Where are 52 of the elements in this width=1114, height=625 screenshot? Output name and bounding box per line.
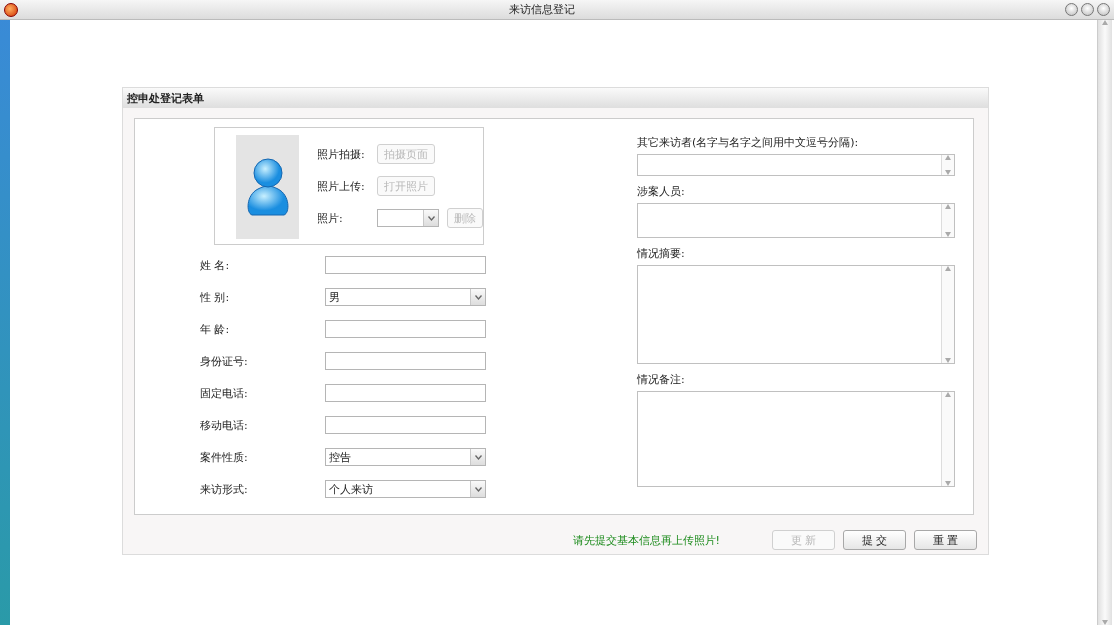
field-label: 固定电话:	[200, 385, 249, 401]
hint-message: 请先提交基本信息再上传照片!	[572, 532, 720, 548]
field-label: 情况备注:	[637, 372, 686, 387]
scrollbar[interactable]	[1097, 20, 1112, 625]
caret-icon	[470, 449, 485, 465]
textarea-field[interactable]	[637, 154, 955, 176]
scroll-up-icon[interactable]	[945, 204, 951, 209]
scroll-down-icon[interactable]	[945, 232, 951, 237]
scroll-up-icon[interactable]	[945, 392, 951, 397]
scroll-down-icon[interactable]	[945, 358, 951, 363]
maximize-button[interactable]	[1081, 3, 1094, 16]
field-label: 身份证号:	[200, 353, 249, 369]
scroll-up-icon[interactable]	[945, 266, 951, 271]
panel-title: 控申处登记表单	[123, 88, 988, 108]
text-field[interactable]	[325, 256, 486, 274]
text-field[interactable]	[325, 416, 486, 434]
dropdown-field[interactable]: 控告	[325, 448, 486, 466]
textarea-field[interactable]	[637, 203, 955, 238]
field-label: 移动电话:	[200, 417, 249, 433]
close-button[interactable]	[1097, 3, 1110, 16]
scroll-down-icon[interactable]	[945, 481, 951, 486]
window-title: 来访信息登记	[507, 2, 576, 17]
dropdown-field[interactable]: 男	[325, 288, 486, 306]
field-label: 涉案人员:	[637, 184, 686, 199]
scroll-down-icon[interactable]	[1102, 620, 1108, 625]
text-field[interactable]	[325, 384, 486, 402]
caret-icon	[470, 289, 485, 305]
button[interactable]: 提 交	[843, 530, 906, 550]
field-label: 性 别:	[200, 289, 231, 305]
user-icon	[245, 155, 290, 219]
scroll-up-icon[interactable]	[945, 155, 951, 160]
field-label: 照片:	[317, 210, 344, 226]
field-label: 情况摘要:	[637, 246, 686, 261]
caret-icon	[470, 481, 485, 497]
field-label: 照片拍摄:	[317, 146, 366, 162]
textarea-field[interactable]	[637, 265, 955, 364]
textarea-field[interactable]	[637, 391, 955, 487]
field-label: 照片上传:	[317, 178, 366, 194]
field-label: 年 龄:	[200, 321, 231, 337]
field-label: 其它来访者(名字与名字之间用中文逗号分隔):	[637, 135, 860, 150]
field-label: 来访形式:	[200, 481, 249, 497]
text-field[interactable]	[325, 320, 486, 338]
scroll-down-icon[interactable]	[945, 170, 951, 175]
dropdown-field[interactable]: 个人来访	[325, 480, 486, 498]
field-label: 姓 名:	[200, 257, 231, 273]
field-label: 案件性质:	[200, 449, 249, 465]
caret-icon	[423, 210, 438, 226]
app-icon	[4, 2, 18, 17]
minimize-button[interactable]	[1065, 3, 1078, 16]
dropdown-field[interactable]	[377, 209, 439, 227]
text-field[interactable]	[325, 352, 486, 370]
button[interactable]: 重 置	[914, 530, 977, 550]
